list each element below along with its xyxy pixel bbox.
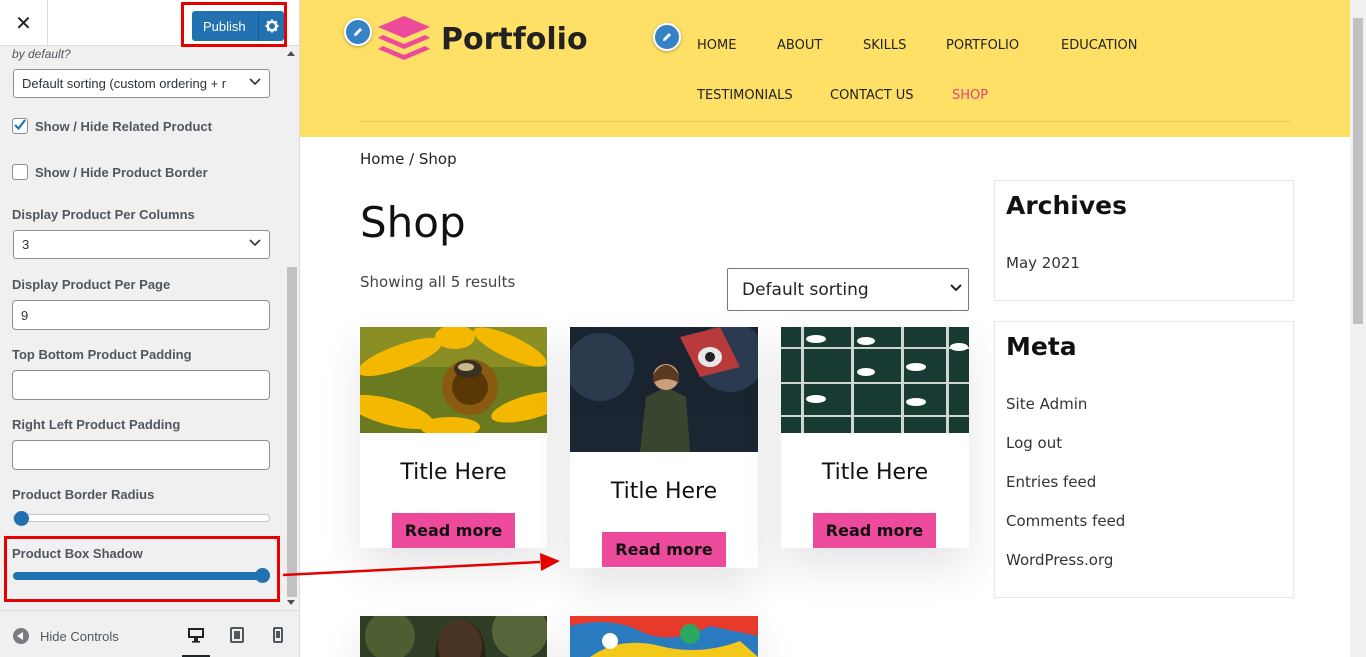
edit-menu-pencil-icon[interactable] bbox=[653, 23, 681, 51]
related-product-label: Show / Hide Related Product bbox=[35, 118, 212, 134]
chevron-down-icon bbox=[950, 284, 962, 292]
publish-button[interactable]: Publish bbox=[192, 11, 284, 41]
nav-portfolio[interactable]: PORTFOLIO bbox=[946, 38, 1019, 53]
hide-controls-label: Hide Controls bbox=[40, 628, 119, 644]
nav-home[interactable]: HOME bbox=[697, 38, 736, 53]
product-border-label: Show / Hide Product Border bbox=[35, 164, 208, 180]
collapse-arrow-icon bbox=[13, 628, 29, 644]
per-page-label: Display Product Per Page bbox=[12, 277, 171, 292]
sorting-hint: by default? bbox=[12, 47, 71, 61]
chevron-down-icon bbox=[249, 78, 261, 86]
product-border-toggle[interactable]: Show / Hide Product Border bbox=[12, 164, 208, 180]
top-bottom-padding-label: Top Bottom Product Padding bbox=[12, 347, 192, 362]
right-left-padding-label: Right Left Product Padding bbox=[12, 417, 181, 432]
abstract-paint-image[interactable] bbox=[570, 616, 758, 657]
customizer-controls: by default? Default sorting (custom orde… bbox=[0, 47, 284, 610]
hide-controls-button[interactable]: Hide Controls bbox=[13, 628, 119, 644]
page-title: Shop bbox=[360, 198, 466, 247]
scroll-down-arrow-icon[interactable] bbox=[287, 600, 295, 605]
customizer-footer: Hide Controls bbox=[0, 610, 299, 657]
default-sorting-value: Default sorting (custom ordering + r bbox=[22, 76, 227, 91]
layers-logo-icon bbox=[378, 16, 430, 60]
site-title: Portfolio bbox=[441, 21, 588, 57]
nav-about[interactable]: ABOUT bbox=[777, 38, 822, 53]
publish-highlight-box: Publish bbox=[181, 2, 287, 47]
shop-sorting-select[interactable]: Default sorting bbox=[727, 268, 969, 311]
meta-link-wordpress-org[interactable]: WordPress.org bbox=[1006, 551, 1113, 569]
checkmark-icon bbox=[14, 119, 26, 131]
meta-link-log-out[interactable]: Log out bbox=[1006, 434, 1062, 452]
site-preview: Portfolio HOME ABOUT SKILLS PORTFOLIO ED… bbox=[300, 0, 1350, 657]
preview-scrollbar[interactable] bbox=[1350, 0, 1366, 657]
customizer-scroll-thumb[interactable] bbox=[287, 267, 297, 597]
shop-sorting-value: Default sorting bbox=[742, 280, 869, 300]
border-radius-slider[interactable] bbox=[13, 511, 270, 526]
product-card[interactable]: Title Here Read more bbox=[360, 327, 547, 548]
per-columns-value: 3 bbox=[22, 237, 30, 252]
nav-education[interactable]: EDUCATION bbox=[1061, 38, 1137, 53]
product-title[interactable]: Title Here bbox=[781, 460, 969, 485]
site-header: Portfolio HOME ABOUT SKILLS PORTFOLIO ED… bbox=[300, 0, 1350, 137]
mobile-icon bbox=[273, 627, 283, 643]
nav-shop[interactable]: SHOP bbox=[952, 88, 988, 103]
product-card[interactable]: Title Here Read more bbox=[781, 327, 969, 548]
archives-title: Archives bbox=[1006, 191, 1127, 220]
top-bottom-padding-input[interactable] bbox=[12, 370, 270, 400]
boats-dock-image[interactable] bbox=[781, 327, 969, 433]
right-left-padding-input[interactable] bbox=[12, 440, 270, 470]
nav-skills[interactable]: SKILLS bbox=[863, 38, 906, 53]
meta-link-site-admin[interactable]: Site Admin bbox=[1006, 395, 1087, 413]
customizer-header: ✕ Publish bbox=[0, 0, 299, 47]
nav-testimonials[interactable]: TESTIMONIALS bbox=[697, 88, 793, 103]
product-title[interactable]: Title Here bbox=[360, 460, 547, 485]
customizer-panel: ✕ Publish by default? Default sorting (c… bbox=[0, 0, 300, 657]
woman-greenery-image[interactable] bbox=[360, 616, 547, 657]
sunflower-bee-image[interactable] bbox=[360, 327, 547, 433]
read-more-button[interactable]: Read more bbox=[392, 513, 515, 548]
chevron-down-icon bbox=[249, 239, 261, 247]
result-count: Showing all 5 results bbox=[360, 273, 516, 291]
product-card[interactable] bbox=[360, 616, 547, 657]
product-border-checkbox[interactable] bbox=[12, 164, 28, 180]
meta-link-entries-feed[interactable]: Entries feed bbox=[1006, 473, 1096, 491]
read-more-button[interactable]: Read more bbox=[813, 513, 936, 548]
default-sorting-select[interactable]: Default sorting (custom ordering + r bbox=[13, 69, 270, 98]
desktop-preview-button[interactable] bbox=[182, 623, 210, 657]
read-more-button[interactable]: Read more bbox=[602, 532, 726, 567]
tablet-icon bbox=[230, 627, 244, 643]
per-columns-label: Display Product Per Columns bbox=[12, 207, 195, 222]
mobile-preview-button[interactable] bbox=[264, 623, 292, 647]
product-title[interactable]: Title Here bbox=[570, 479, 758, 504]
edit-logo-pencil-icon[interactable] bbox=[344, 18, 372, 46]
meta-link-comments-feed[interactable]: Comments feed bbox=[1006, 512, 1125, 530]
related-product-checkbox[interactable] bbox=[12, 118, 28, 134]
scroll-up-arrow-icon[interactable] bbox=[287, 51, 295, 56]
gear-icon[interactable] bbox=[259, 19, 284, 33]
nav-contact-us[interactable]: CONTACT US bbox=[830, 88, 914, 103]
product-card[interactable] bbox=[570, 616, 758, 657]
border-radius-slider-handle[interactable] bbox=[14, 511, 29, 526]
meta-widget: Meta Site Admin Log out Entries feed Com… bbox=[994, 321, 1294, 598]
per-page-input[interactable]: 9 bbox=[12, 300, 270, 330]
per-columns-select[interactable]: 3 bbox=[13, 230, 270, 259]
box-shadow-highlight-box bbox=[4, 536, 280, 602]
publish-label: Publish bbox=[203, 18, 246, 34]
close-customizer-button[interactable]: ✕ bbox=[0, 0, 48, 46]
tablet-preview-button[interactable] bbox=[223, 623, 251, 647]
desktop-icon bbox=[188, 628, 204, 643]
customizer-scrollbar[interactable] bbox=[284, 47, 299, 610]
meta-title: Meta bbox=[1006, 332, 1077, 361]
site-logo[interactable]: Portfolio bbox=[375, 14, 588, 64]
border-radius-label: Product Border Radius bbox=[12, 487, 155, 502]
related-product-toggle[interactable]: Show / Hide Related Product bbox=[12, 118, 212, 134]
header-divider bbox=[360, 121, 1290, 122]
breadcrumb[interactable]: Home / Shop bbox=[360, 150, 457, 168]
product-card[interactable]: Title Here Read more bbox=[570, 327, 758, 568]
archive-link[interactable]: May 2021 bbox=[1006, 254, 1080, 272]
woman-graffiti-image[interactable] bbox=[570, 327, 758, 452]
preview-scroll-thumb[interactable] bbox=[1353, 18, 1363, 324]
archives-widget: Archives May 2021 bbox=[994, 180, 1294, 301]
